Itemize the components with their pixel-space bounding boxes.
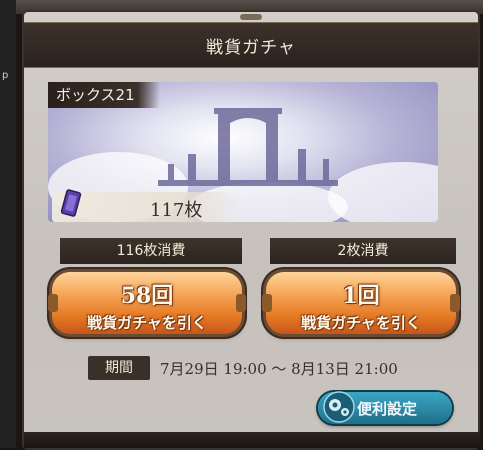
button-cap xyxy=(236,294,246,312)
settings-label: 便利設定 xyxy=(357,400,418,418)
left-sidebar-strip: p xyxy=(0,0,16,448)
side-glyph: p xyxy=(2,70,9,81)
draw-label: 戦貨ガチャを引く xyxy=(87,314,207,332)
box-number-label: ボックス21 xyxy=(48,82,160,108)
gear-icon xyxy=(323,391,355,423)
button-cap xyxy=(450,294,460,312)
draw-58-button[interactable]: 58回 戦貨ガチャを引く xyxy=(48,272,246,334)
panel-title: 戦貨ガチャ xyxy=(206,38,296,58)
draw-count: 1回 xyxy=(342,283,380,309)
castle-gate-illustration xyxy=(158,108,338,186)
draw-label: 戦貨ガチャを引く xyxy=(301,314,421,332)
period-text: 7月29日 19:00 ～ 8月13日 21:00 xyxy=(160,360,398,378)
top-ornament xyxy=(240,14,262,20)
cost-label-58: 116枚消費 xyxy=(60,238,242,264)
period-tag: 期間 xyxy=(88,356,150,380)
panel-bottom-edge xyxy=(24,432,480,448)
ticket-count: 117枚 xyxy=(150,200,203,221)
cost-label-1: 2枚消費 xyxy=(270,238,456,264)
button-cap xyxy=(262,294,272,312)
ticket-icon xyxy=(60,189,82,217)
panel-title-bar: 戦貨ガチャ xyxy=(24,22,478,68)
gacha-panel: 戦貨ガチャ xyxy=(22,10,480,450)
button-cap xyxy=(48,294,58,312)
draw-1-button[interactable]: 1回 戦貨ガチャを引く xyxy=(262,272,460,334)
draw-count: 58回 xyxy=(120,283,174,309)
